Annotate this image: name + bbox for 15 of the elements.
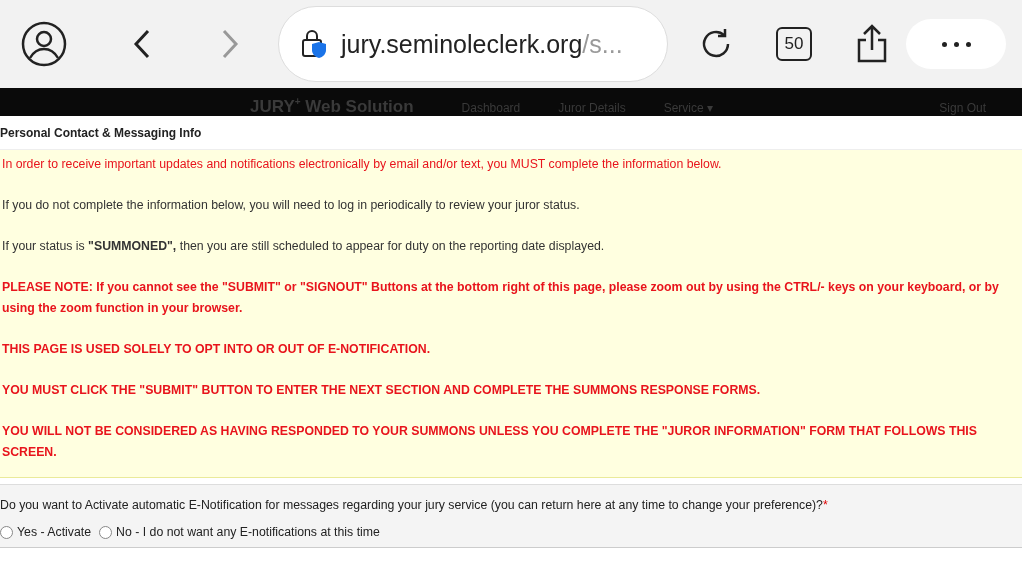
notice-text: If your status is "SUMMONED", then you are still scheduled to appear for duty on the reporting date displayed.: [2, 238, 606, 255]
tab-count-button[interactable]: 50: [776, 27, 812, 61]
address-bar[interactable]: jury.seminoleclerk.org/s...: [278, 6, 668, 82]
question-text: Do you want to Activate automatic E-Notification for messages regarding your jury service (you can return here at any time to change your preference)?*: [0, 498, 828, 512]
notice-text: PLEASE NOTE: If you cannot see the "SUBMIT" or "SIGNOUT" Buttons at the bottom right of this page, please zoom out by using the CTRL/- keys on your keyboard, or by using the zoom function in your browser.: [2, 279, 1000, 317]
url-text: jury.seminoleclerk.org/s...: [341, 29, 623, 59]
notice-text: In order to receive important updates and notifications electronically by email and/or text, you MUST complete the information below.: [2, 156, 723, 173]
notice-text: YOU MUST CLICK THE "SUBMIT" BUTTON TO ENTER THE NEXT SECTION AND COMPLETE THE SUMMONS RESPONSE FORMS.: [2, 382, 762, 399]
radio-option[interactable]: No - I do not want any E-notifications at this time: [99, 525, 380, 539]
notice-text: YOU WILL NOT BE CONSIDERED AS HAVING RESPONDED TO YOUR SUMMONS UNLESS YOU COMPLETE THE "JUROR INFORMATION" FORM THAT FOLLOWS THIS SCREEN.: [2, 423, 978, 461]
notice-text: THIS PAGE IS USED SOLELY TO OPT INTO OR OUT OF E-NOTIFICATION.: [2, 341, 432, 358]
radio-option[interactable]: Yes - Activate: [0, 525, 92, 539]
lock-icon: [301, 29, 327, 59]
profile-icon[interactable]: [20, 20, 68, 68]
notice-text: If you do not complete the information below, you will need to log in periodically to review your juror status.: [2, 197, 581, 214]
